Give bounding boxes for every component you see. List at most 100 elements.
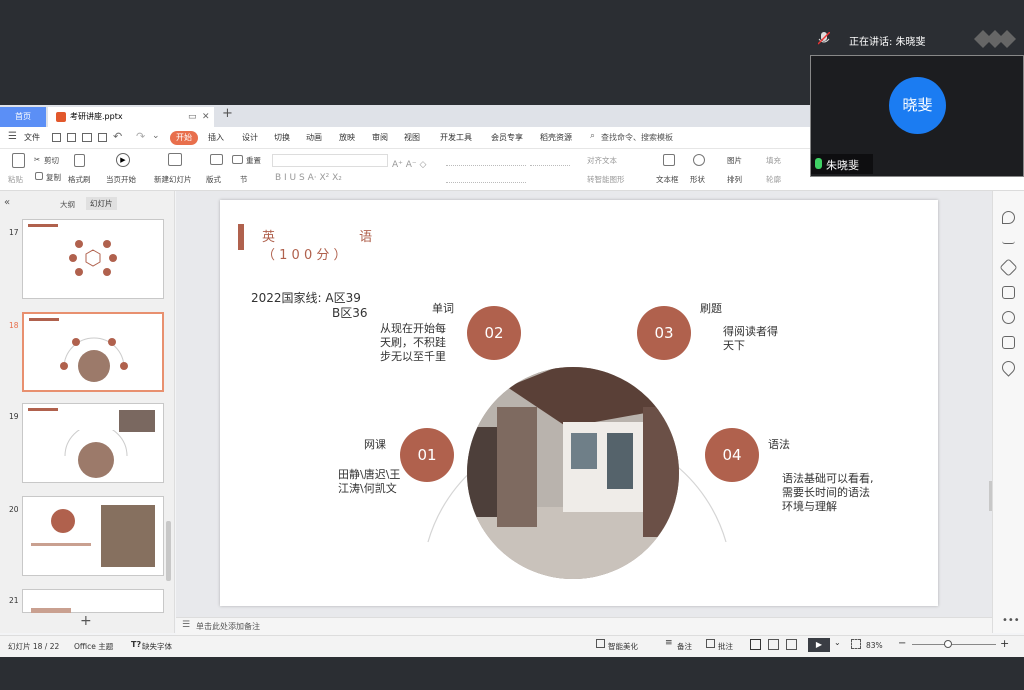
step-circle-03: 03	[637, 306, 691, 360]
play-icon[interactable]: ▶	[116, 153, 130, 167]
paste-icon[interactable]	[12, 153, 25, 168]
preview-icon[interactable]	[98, 133, 107, 142]
slide-thumbnail-18-selected[interactable]	[22, 312, 164, 392]
new-tab-icon[interactable]: +	[222, 106, 233, 121]
hamburger-icon[interactable]: ☰	[8, 132, 17, 142]
copy-icon[interactable]	[35, 172, 43, 180]
picture-button[interactable]: 图片	[727, 155, 742, 166]
add-slide-icon[interactable]: +	[80, 613, 92, 629]
participant-name: 朱晓斐	[826, 159, 859, 172]
reading-view-icon[interactable]	[786, 639, 797, 650]
reset-icon[interactable]	[232, 155, 243, 164]
more-icon[interactable]: •••	[1002, 615, 1020, 626]
play-from-current-button[interactable]: 当页开始	[106, 174, 136, 185]
redo-icon[interactable]: ↷	[136, 130, 145, 143]
play-slideshow-button[interactable]: ▶	[808, 638, 830, 652]
section-button[interactable]: 节	[240, 174, 248, 185]
slide-thumbnail-17[interactable]	[22, 219, 164, 299]
menu-developer[interactable]: 开发工具	[440, 127, 472, 149]
notes-toggle-button[interactable]: 备注	[677, 641, 692, 652]
cut-button[interactable]: 剪切	[44, 155, 59, 166]
scissors-icon[interactable]: ✂	[34, 155, 40, 164]
shape-button[interactable]: 形状	[690, 174, 705, 185]
textbox-icon[interactable]	[663, 154, 675, 166]
undo-icon[interactable]: ↶	[113, 130, 122, 143]
tab-document[interactable]: 考研讲座.pptx ▭ ✕	[48, 107, 214, 127]
menu-member[interactable]: 会员专享	[491, 127, 523, 149]
slides-tab[interactable]: 幻灯片	[86, 197, 117, 210]
thumb-scrollbar[interactable]	[166, 521, 171, 581]
thumb-circle-badge	[51, 509, 75, 533]
help-icon[interactable]	[1002, 311, 1015, 324]
new-slide-icon[interactable]	[168, 153, 182, 166]
print-icon[interactable]	[82, 133, 92, 142]
fill-button[interactable]: 填充	[766, 155, 781, 166]
location-icon[interactable]	[999, 358, 1018, 377]
comment-button[interactable]: 批注	[718, 641, 733, 652]
sorter-view-icon[interactable]	[768, 639, 779, 650]
menu-slideshow[interactable]: 放映	[339, 127, 355, 149]
reset-button[interactable]: 重置	[246, 155, 261, 166]
outline-button[interactable]: 轮廓	[766, 174, 781, 185]
current-slide[interactable]: 英 语 （ 1 0 0 分 ） 2022国家线: A区39 B区36 02 单词…	[220, 200, 938, 606]
shape-icon[interactable]	[693, 154, 705, 166]
menu-insert[interactable]: 插入	[208, 127, 224, 149]
format-painter-icon[interactable]	[74, 154, 85, 167]
smart-beautify-button[interactable]: 智能美化	[608, 641, 638, 652]
zoom-level[interactable]: 83%	[866, 641, 883, 650]
slide-thumbnail-19[interactable]	[22, 403, 164, 483]
font-name-select[interactable]	[272, 154, 388, 167]
font-size-buttons[interactable]: A⁺ A⁻ ◇	[392, 154, 432, 170]
cloud-icon[interactable]	[1002, 336, 1015, 349]
slide-thumbnail-20[interactable]	[22, 496, 164, 576]
menu-view[interactable]: 视图	[404, 127, 420, 149]
menu-transition[interactable]: 切换	[274, 127, 290, 149]
arrange-button[interactable]: 排列	[727, 174, 742, 185]
menu-file[interactable]: 文件	[24, 127, 40, 149]
collapse-pane-icon[interactable]: «	[4, 197, 10, 208]
tab-home[interactable]: 首页	[0, 107, 46, 127]
font-style-buttons[interactable]: B I U S A· X² X₂	[275, 173, 342, 183]
list-buttons[interactable]	[446, 154, 526, 166]
menu-review[interactable]: 审阅	[372, 127, 388, 149]
format-painter-button[interactable]: 格式刷	[68, 174, 91, 185]
outline-tab[interactable]: 大纲	[60, 199, 75, 210]
align-text-button[interactable]: 对齐文本	[587, 155, 617, 166]
notes-bar[interactable]: ☰ 单击此处添加备注	[176, 617, 992, 635]
fit-window-icon[interactable]	[851, 639, 861, 649]
zoom-out-icon[interactable]: −	[898, 638, 906, 649]
text-direction-button[interactable]	[530, 154, 570, 166]
rocket-icon[interactable]	[1002, 211, 1015, 224]
menu-design[interactable]: 设计	[242, 127, 258, 149]
layout-button[interactable]: 版式	[206, 174, 221, 185]
slide-thumbnail-21[interactable]	[22, 589, 164, 613]
menu-start[interactable]: 开始	[170, 131, 198, 145]
play-options-icon[interactable]: ⌄	[834, 638, 841, 647]
normal-view-icon[interactable]	[750, 639, 761, 650]
copy-button[interactable]: 复制	[46, 172, 61, 183]
gallery-icon[interactable]	[1002, 286, 1015, 299]
missing-font-button[interactable]: 缺失字体	[142, 641, 172, 652]
textbox-button[interactable]: 文本框	[656, 174, 679, 185]
tab-close-icon[interactable]: ✕	[202, 107, 210, 127]
paste-label[interactable]: 粘贴	[8, 174, 23, 185]
command-search[interactable]: 查找命令、搜索模板	[601, 127, 673, 149]
export-icon[interactable]	[67, 133, 76, 142]
menu-more-icon[interactable]: ⌄	[152, 131, 160, 141]
notes-placeholder[interactable]: 单击此处添加备注	[196, 621, 260, 632]
layout-icon[interactable]	[210, 154, 223, 165]
new-slide-button[interactable]: 新建幻灯片	[154, 174, 192, 185]
zoom-slider-track[interactable]	[912, 644, 996, 645]
settings-sliders-icon[interactable]	[1002, 236, 1015, 244]
tab-monitor-icon[interactable]: ▭	[188, 107, 197, 127]
star-icon[interactable]	[999, 258, 1018, 277]
menu-docer[interactable]: 稻壳资源	[540, 127, 572, 149]
step-04-line: 语法基础可以看看,	[782, 472, 874, 485]
zoom-slider-handle[interactable]	[944, 640, 952, 648]
save-icon[interactable]	[52, 133, 61, 142]
menu-animation[interactable]: 动画	[306, 127, 322, 149]
paragraph-align-buttons[interactable]	[446, 173, 526, 183]
missing-font-icon: T?	[131, 640, 142, 649]
smartart-button[interactable]: 转智能图形	[587, 174, 625, 185]
zoom-in-icon[interactable]: +	[1000, 637, 1009, 650]
